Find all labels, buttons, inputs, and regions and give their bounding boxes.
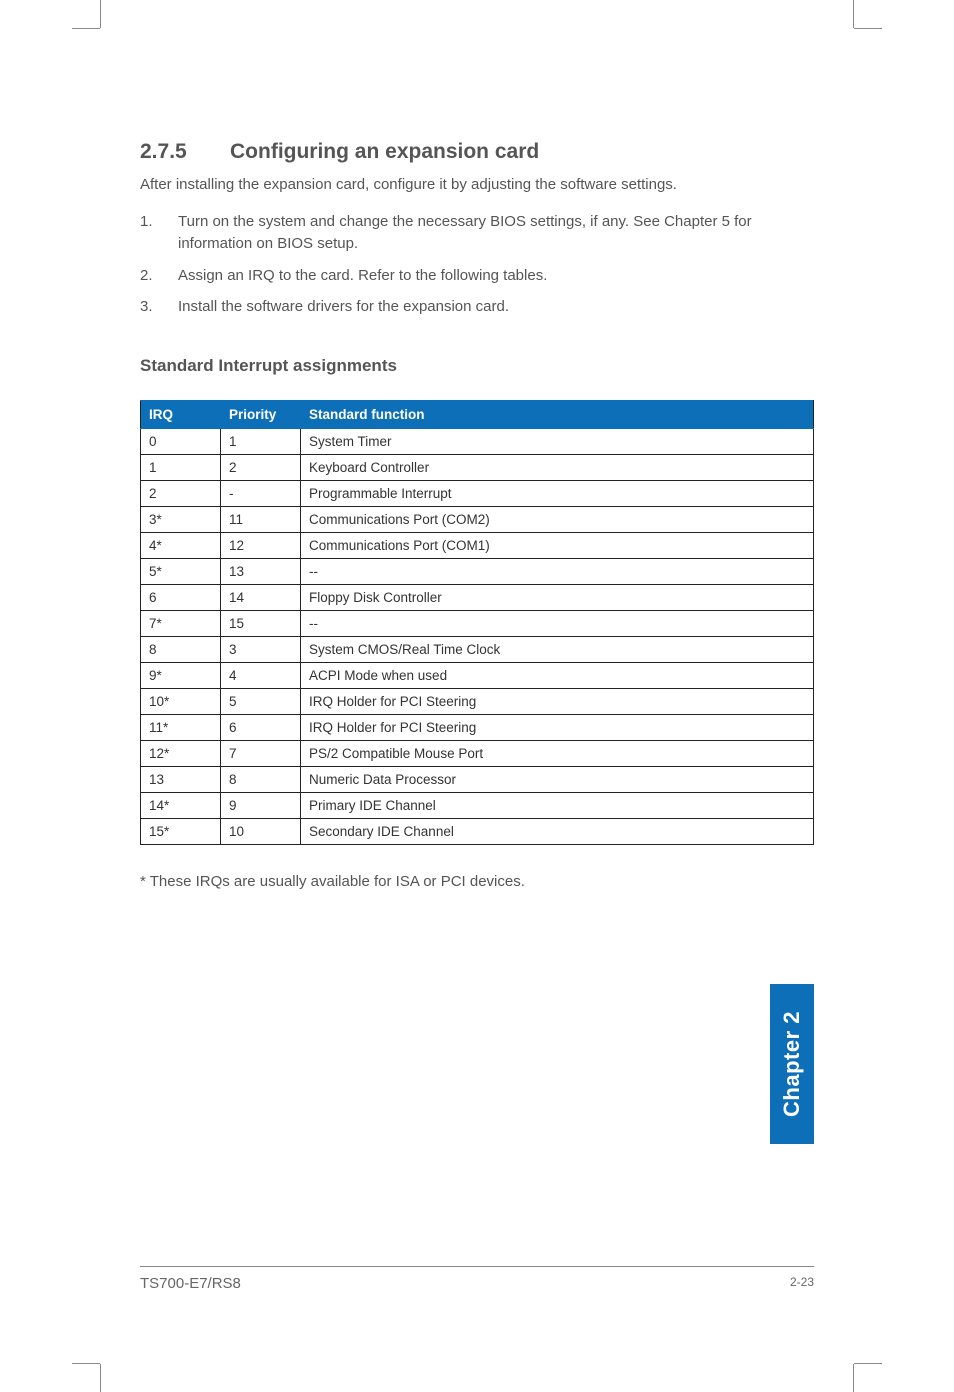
cell-priority: 2	[221, 455, 301, 481]
cell-priority: 1	[221, 429, 301, 455]
step-number: 2.	[140, 265, 178, 287]
th-priority: Priority	[221, 401, 301, 429]
cell-irq: 5*	[141, 559, 221, 585]
irq-table: IRQ Priority Standard function 01System …	[140, 400, 814, 845]
cell-priority: 12	[221, 533, 301, 559]
subheading: Standard Interrupt assignments	[140, 356, 814, 376]
table-header-row: IRQ Priority Standard function	[141, 401, 814, 429]
cell-irq: 4*	[141, 533, 221, 559]
cell-priority: 11	[221, 507, 301, 533]
cell-priority: 4	[221, 663, 301, 689]
table-row: 12*7PS/2 Compatible Mouse Port	[141, 741, 814, 767]
table-row: 9*4ACPI Mode when used	[141, 663, 814, 689]
cell-irq: 10*	[141, 689, 221, 715]
cell-priority: 15	[221, 611, 301, 637]
table-footnote: * These IRQs are usually available for I…	[140, 873, 814, 890]
step-number: 3.	[140, 296, 178, 318]
cell-irq: 6	[141, 585, 221, 611]
cell-priority: 6	[221, 715, 301, 741]
cell-priority: 10	[221, 819, 301, 845]
cell-func: PS/2 Compatible Mouse Port	[301, 741, 814, 767]
cell-irq: 15*	[141, 819, 221, 845]
cell-priority: 14	[221, 585, 301, 611]
cell-irq: 0	[141, 429, 221, 455]
table-row: 15*10Secondary IDE Channel	[141, 819, 814, 845]
cell-priority: -	[221, 481, 301, 507]
cell-priority: 5	[221, 689, 301, 715]
cell-func: System Timer	[301, 429, 814, 455]
page-footer: TS700-E7/RS8 2-23	[140, 1266, 814, 1292]
cell-irq: 11*	[141, 715, 221, 741]
cell-func: System CMOS/Real Time Clock	[301, 637, 814, 663]
cell-func: Secondary IDE Channel	[301, 819, 814, 845]
section-intro: After installing the expansion card, con…	[140, 174, 814, 195]
th-function: Standard function	[301, 401, 814, 429]
crop-mark	[72, 28, 100, 29]
cell-func: Communications Port (COM2)	[301, 507, 814, 533]
table-row: 11*6IRQ Holder for PCI Steering	[141, 715, 814, 741]
crop-mark	[853, 0, 854, 28]
table-row: 3*11Communications Port (COM2)	[141, 507, 814, 533]
footer-model: TS700-E7/RS8	[140, 1275, 241, 1292]
cell-irq: 14*	[141, 793, 221, 819]
table-row: 7*15--	[141, 611, 814, 637]
cell-priority: 13	[221, 559, 301, 585]
step-item: 1. Turn on the system and change the nec…	[140, 211, 814, 255]
step-number: 1.	[140, 211, 178, 255]
table-row: 4*12Communications Port (COM1)	[141, 533, 814, 559]
section-heading: 2.7.5Configuring an expansion card	[140, 140, 814, 164]
table-row: 10*5IRQ Holder for PCI Steering	[141, 689, 814, 715]
cell-irq: 7*	[141, 611, 221, 637]
cell-priority: 3	[221, 637, 301, 663]
step-item: 2. Assign an IRQ to the card. Refer to t…	[140, 265, 814, 287]
table-row: 01System Timer	[141, 429, 814, 455]
cell-func: ACPI Mode when used	[301, 663, 814, 689]
cell-func: IRQ Holder for PCI Steering	[301, 689, 814, 715]
crop-mark	[853, 1364, 854, 1392]
cell-irq: 12*	[141, 741, 221, 767]
section-title: Configuring an expansion card	[230, 140, 539, 163]
cell-func: Primary IDE Channel	[301, 793, 814, 819]
table-row: 138Numeric Data Processor	[141, 767, 814, 793]
table-row: 12Keyboard Controller	[141, 455, 814, 481]
table-row: 14*9Primary IDE Channel	[141, 793, 814, 819]
cell-func: Floppy Disk Controller	[301, 585, 814, 611]
cell-func: --	[301, 559, 814, 585]
step-text: Assign an IRQ to the card. Refer to the …	[178, 265, 814, 287]
cell-func: Numeric Data Processor	[301, 767, 814, 793]
crop-mark	[854, 28, 882, 29]
table-row: 2-Programmable Interrupt	[141, 481, 814, 507]
th-irq: IRQ	[141, 401, 221, 429]
cell-irq: 1	[141, 455, 221, 481]
cell-priority: 8	[221, 767, 301, 793]
table-row: 5*13--	[141, 559, 814, 585]
cell-irq: 8	[141, 637, 221, 663]
crop-mark	[854, 1363, 882, 1364]
cell-irq: 3*	[141, 507, 221, 533]
cell-func: IRQ Holder for PCI Steering	[301, 715, 814, 741]
cell-irq: 9*	[141, 663, 221, 689]
footer-page-number: 2-23	[790, 1275, 814, 1292]
chapter-tab-label: Chapter 2	[779, 1011, 805, 1117]
chapter-tab: Chapter 2	[770, 984, 814, 1144]
cell-func: --	[301, 611, 814, 637]
page-content: 2.7.5Configuring an expansion card After…	[140, 140, 814, 1292]
step-item: 3. Install the software drivers for the …	[140, 296, 814, 318]
cell-func: Communications Port (COM1)	[301, 533, 814, 559]
table-row: 614Floppy Disk Controller	[141, 585, 814, 611]
crop-mark	[100, 0, 101, 28]
table-row: 83System CMOS/Real Time Clock	[141, 637, 814, 663]
step-text: Turn on the system and change the necess…	[178, 211, 814, 255]
cell-priority: 9	[221, 793, 301, 819]
crop-mark	[72, 1363, 100, 1364]
cell-irq: 13	[141, 767, 221, 793]
cell-irq: 2	[141, 481, 221, 507]
step-text: Install the software drivers for the exp…	[178, 296, 814, 318]
crop-mark	[100, 1364, 101, 1392]
cell-priority: 7	[221, 741, 301, 767]
cell-func: Programmable Interrupt	[301, 481, 814, 507]
cell-func: Keyboard Controller	[301, 455, 814, 481]
section-number: 2.7.5	[140, 140, 230, 164]
